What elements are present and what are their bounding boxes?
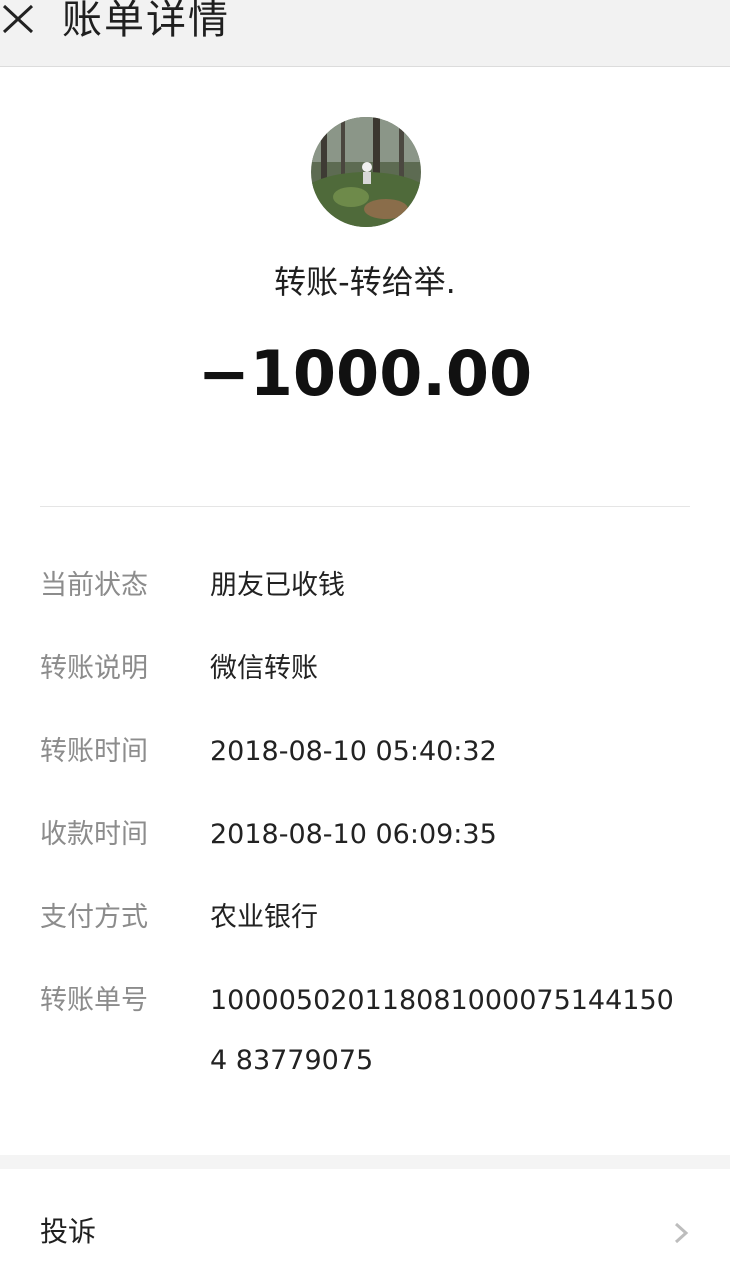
detail-label: 转账单号 [40,985,148,1016]
detail-value: 农业银行 [210,902,318,933]
detail-label: 当前状态 [40,570,148,601]
detail-label: 收款时间 [40,819,148,850]
counterparty-name: 转账-转给举. [274,263,456,301]
divider [40,506,690,507]
detail-value[interactable]: 1000050201180810000751441504 83779075 [210,971,690,1091]
top-bar: 账单详情 [0,0,730,67]
detail-value: 2018-08-10 06:09:35 [210,819,497,850]
detail-value: 朋友已收钱 [210,570,345,601]
detail-label: 转账时间 [40,736,148,767]
complain-button[interactable]: 投诉 [0,1169,730,1280]
detail-label: 支付方式 [40,902,148,933]
detail-value: 微信转账 [210,653,318,684]
avatar[interactable] [311,117,421,227]
detail-label: 转账说明 [40,653,148,684]
section-separator [0,1155,730,1169]
close-button[interactable] [0,0,40,40]
chevron-right-icon [674,1222,689,1244]
avatar-image [311,117,421,227]
amount: −1000.00 [197,337,533,410]
close-icon[interactable] [0,0,40,40]
page-title: 账单详情 [62,0,230,43]
detail-value: 2018-08-10 05:40:32 [210,736,497,767]
complain-label: 投诉 [40,1215,97,1248]
